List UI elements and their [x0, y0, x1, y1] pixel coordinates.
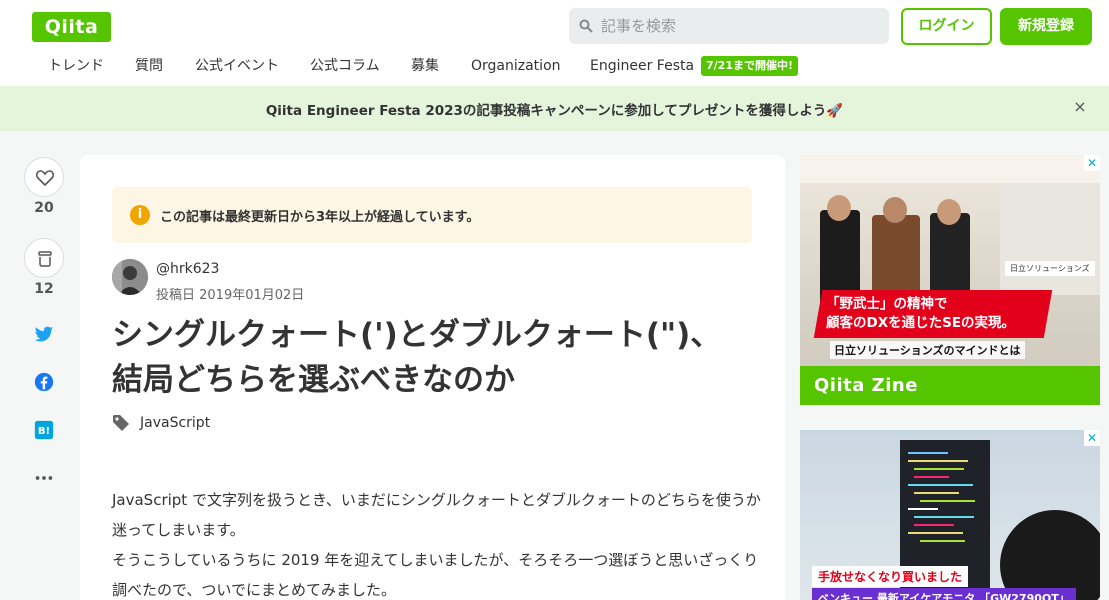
- paragraph-1: JavaScript で文字列を扱うとき、いまだにシングルクォートとダブルクォー…: [112, 491, 761, 539]
- ad-corp-sign: 日立ソリューションズ: [1005, 261, 1095, 276]
- title-line-2: 結局どちらを選ぶべきなのか: [112, 362, 515, 398]
- more-icon[interactable]: [33, 467, 55, 489]
- code-line: [908, 508, 938, 510]
- facebook-icon[interactable]: [33, 371, 55, 393]
- nav-trend[interactable]: トレンド: [48, 56, 104, 76]
- nav-engineer-festa[interactable]: Engineer Festa: [590, 56, 694, 76]
- author-username[interactable]: @hrk623: [156, 261, 219, 277]
- code-line: [908, 460, 968, 462]
- search-icon: [579, 19, 593, 33]
- person-left-head: [827, 195, 851, 221]
- campaign-banner[interactable]: Qiita Engineer Festa 2023の記事投稿キャンペーンに参加し…: [0, 86, 1109, 131]
- code-line: [908, 452, 948, 454]
- twitter-icon[interactable]: [33, 323, 55, 345]
- tag-icon: [113, 415, 129, 431]
- main-nav: トレンド 質問 公式イベント 公式コラム 募集 Organization Eng…: [0, 56, 1109, 80]
- nav-organization[interactable]: Organization: [471, 56, 561, 76]
- search-box[interactable]: [569, 8, 889, 44]
- code-line: [914, 476, 949, 478]
- code-line: [920, 500, 975, 502]
- code-line: [914, 468, 964, 470]
- code-line: [908, 484, 973, 486]
- qiita-zine-label: Qiita Zine: [800, 366, 1100, 405]
- avatar[interactable]: [112, 259, 148, 295]
- heart-icon: [35, 170, 55, 187]
- qiita-logo[interactable]: Qiita: [32, 12, 111, 42]
- close-icon[interactable]: ×: [1072, 99, 1088, 115]
- paragraph-2: そうこうしているうちに 2019 年を迎えてしまいましたが、そろそろ一つ選ぼうと…: [112, 551, 759, 599]
- festa-badge: 7/21まで開催中!: [701, 56, 798, 76]
- ad-headline-2: 顧客のDXを通じたSEの実現。: [826, 315, 1016, 331]
- ad-close-icon[interactable]: ✕: [1084, 430, 1100, 446]
- ad-banner-benq[interactable]: 手放せなくなり買いました ベンキュー 最新アイケアモニタ 「GW2790QT」 …: [800, 430, 1100, 600]
- person-center-head: [883, 197, 907, 223]
- code-line: [920, 540, 965, 542]
- post-date: 投稿日 2019年01月02日: [156, 288, 305, 303]
- site-header: Qiita ログイン 新規登録 トレンド 質問 公式イベント 公式コラム 募集 …: [0, 0, 1109, 86]
- tag-javascript[interactable]: JavaScript: [140, 415, 210, 431]
- article-title: シングルクォート(')とダブルクォート(")、 結局どちらを選ぶべきなのか: [112, 313, 762, 403]
- ad-banner-hitachi[interactable]: 日立ソリューションズ 「野武士」の精神で 顧客のDXを通じたSEの実現。 日立ソ…: [800, 155, 1100, 405]
- banner-text[interactable]: Qiita Engineer Festa 2023の記事投稿キャンペーンに参加し…: [0, 99, 1109, 119]
- ad-headline: 「野武士」の精神で 顧客のDXを通じたSEの実現。: [826, 295, 1056, 333]
- stock-icon: [38, 251, 52, 267]
- ad-subtitle: 日立ソリューションズのマインドとは: [830, 341, 1025, 359]
- ad-close-icon[interactable]: ✕: [1084, 155, 1100, 171]
- like-count: 20: [34, 200, 54, 216]
- outdated-notice: i この記事は最終更新日から3年以上が経過しています。: [112, 187, 752, 243]
- hatena-bookmark-icon[interactable]: B!: [33, 419, 55, 441]
- svg-text:B!: B!: [38, 426, 50, 437]
- stock-count: 12: [34, 281, 54, 297]
- signup-button[interactable]: 新規登録: [1000, 8, 1092, 45]
- code-line: [908, 532, 963, 534]
- article-card: i この記事は最終更新日から3年以上が経過しています。 @hrk623 投稿日 …: [80, 155, 785, 600]
- nav-questions[interactable]: 質問: [135, 56, 163, 76]
- notice-text: この記事は最終更新日から3年以上が経過しています。: [160, 210, 480, 225]
- stock-button[interactable]: [24, 238, 64, 278]
- nav-official-events[interactable]: 公式イベント: [195, 56, 279, 76]
- ad-headline-1: 「野武士」の精神で: [826, 296, 948, 312]
- person-right-head: [937, 199, 961, 225]
- nav-official-column[interactable]: 公式コラム: [310, 56, 380, 76]
- like-button[interactable]: [24, 157, 64, 197]
- article-body: JavaScript で文字列を扱うとき、いまだにシングルクォートとダブルクォー…: [112, 485, 762, 600]
- title-line-1: シングルクォート(')とダブルクォート(")、: [112, 317, 722, 353]
- login-button[interactable]: ログイン: [901, 8, 992, 45]
- code-line: [914, 524, 954, 526]
- ad2-headline: 手放せなくなり買いました: [812, 566, 969, 587]
- ad2-product: ベンキュー 最新アイケアモニタ 「GW2790QT」: [812, 588, 1076, 600]
- nav-recruitment[interactable]: 募集: [411, 56, 439, 76]
- code-line: [914, 516, 974, 518]
- info-icon: i: [130, 205, 150, 225]
- person-head: [1000, 510, 1100, 600]
- code-line: [914, 492, 959, 494]
- search-input[interactable]: [601, 8, 881, 44]
